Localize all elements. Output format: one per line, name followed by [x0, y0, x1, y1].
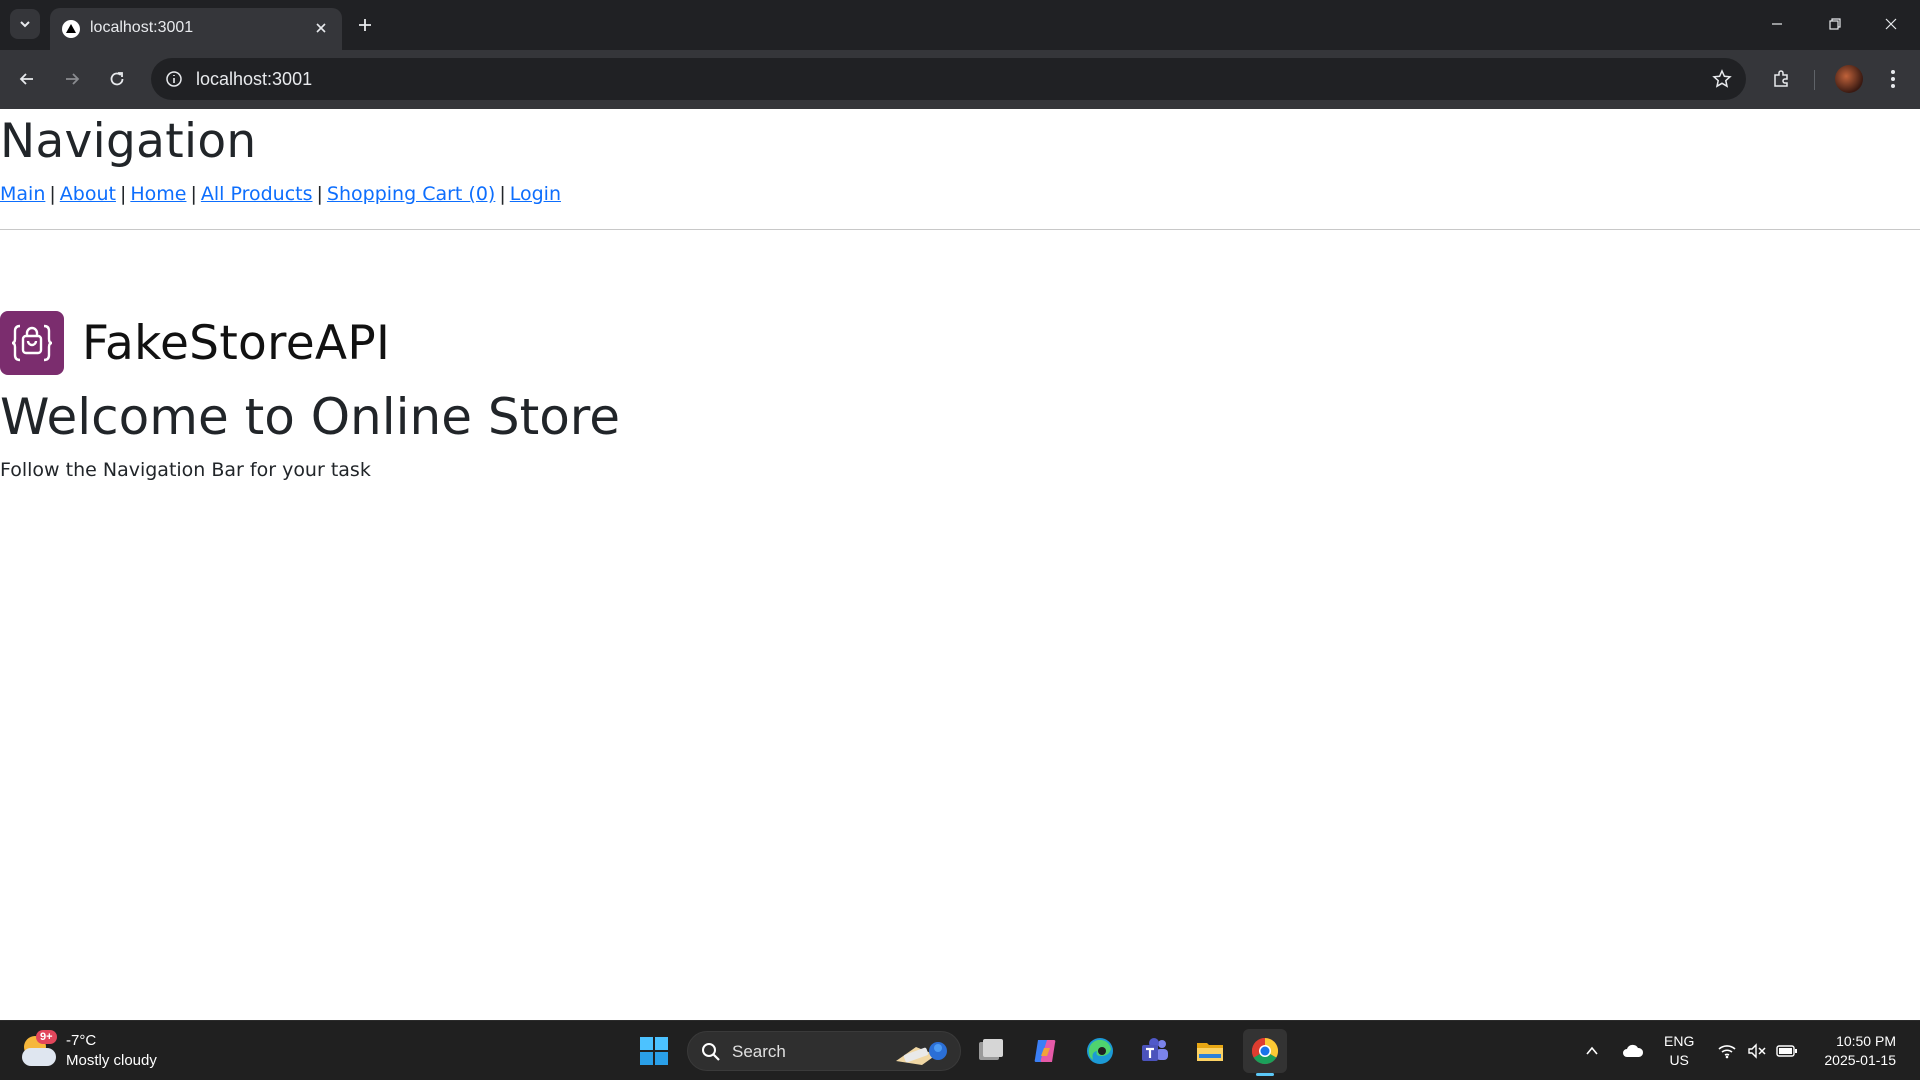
favicon-icon — [62, 20, 80, 38]
site-info-icon[interactable] — [163, 68, 185, 90]
nav-link-login[interactable]: Login — [510, 183, 561, 205]
clock-date: 2025-01-15 — [1824, 1052, 1896, 1068]
teams-button[interactable] — [1133, 1029, 1177, 1073]
task-view-button[interactable] — [969, 1029, 1013, 1073]
nav-separator: | — [499, 183, 506, 205]
onedrive-button[interactable] — [1619, 1035, 1647, 1067]
back-button[interactable] — [10, 62, 44, 96]
clock-time: 10:50 PM — [1836, 1033, 1896, 1049]
bookmark-star-icon[interactable] — [1710, 67, 1734, 91]
chevron-down-icon — [20, 21, 30, 28]
edge-button[interactable] — [1078, 1029, 1122, 1073]
chevron-up-icon — [1586, 1046, 1598, 1055]
nav-link-shopping-cart[interactable]: Shopping Cart (0) — [327, 183, 495, 205]
nav-separator: | — [119, 183, 127, 205]
file-explorer-button[interactable] — [1188, 1029, 1232, 1073]
reload-icon — [110, 72, 124, 86]
reload-button[interactable] — [100, 62, 134, 96]
nav-separator: | — [316, 183, 323, 205]
brand-header: FakeStoreAPI — [0, 311, 390, 375]
active-app-indicator — [1256, 1073, 1274, 1076]
nav-separator: | — [190, 183, 197, 205]
minimize-icon — [1772, 23, 1782, 25]
cloud-icon — [1623, 1044, 1644, 1057]
toolbar-divider — [1814, 70, 1815, 90]
weather-badge: 9+ — [36, 1030, 57, 1044]
plus-icon — [359, 19, 371, 31]
close-window-button[interactable] — [1862, 0, 1920, 48]
search-highlight-icon — [896, 1042, 947, 1065]
volume-button[interactable] — [1744, 1035, 1770, 1067]
nav-separator: | — [49, 183, 56, 205]
teams-icon — [1142, 1038, 1168, 1061]
shopping-bag-logo-icon — [0, 311, 64, 375]
new-tab-button[interactable] — [350, 10, 380, 40]
restore-button[interactable] — [1806, 0, 1864, 48]
nav-link-home[interactable]: Home — [130, 183, 186, 205]
battery-button[interactable] — [1774, 1035, 1800, 1067]
taskbar-search[interactable]: Search — [687, 1031, 961, 1071]
language-indicator[interactable]: ENG US — [1664, 1032, 1694, 1070]
arrow-right-icon — [66, 73, 80, 85]
forward-button[interactable] — [55, 62, 89, 96]
profile-avatar[interactable] — [1835, 65, 1863, 93]
browser-menu-button[interactable] — [1876, 62, 1910, 96]
welcome-title: Welcome to Online Store — [0, 388, 621, 446]
address-url: localhost:3001 — [196, 69, 313, 89]
weather-description: Mostly cloudy — [66, 1052, 157, 1069]
weather-temperature: -7°C — [66, 1032, 97, 1049]
browser-tab-strip: localhost:3001 — [0, 0, 1920, 50]
battery-charging-icon — [1776, 1045, 1797, 1057]
page-content: Navigation Main | About | Home | All Products |… — [0, 109, 1920, 1020]
brand-name: FakeStoreAPI — [82, 315, 391, 371]
wifi-button[interactable] — [1714, 1035, 1740, 1067]
kebab-menu-icon — [1891, 70, 1895, 88]
extensions-button[interactable] — [1764, 62, 1798, 96]
close-icon — [316, 23, 326, 33]
horizontal-rule — [0, 229, 1920, 230]
minimize-button[interactable] — [1748, 0, 1806, 48]
folder-icon — [1197, 1043, 1223, 1061]
start-button[interactable] — [632, 1029, 676, 1073]
welcome-subtext: Follow the Navigation Bar for your task — [0, 459, 371, 481]
nav-link-all-products[interactable]: All Products — [201, 183, 313, 205]
arrow-left-icon — [19, 73, 33, 85]
tab-close-button[interactable] — [310, 17, 332, 39]
copilot-button[interactable] — [1023, 1029, 1067, 1073]
show-hidden-icons-button[interactable] — [1580, 1035, 1604, 1067]
taskbar: 9+ -7°C Mostly cloudy Search ENG US 10:5… — [0, 1020, 1920, 1080]
language-code: ENG — [1664, 1033, 1695, 1049]
tab-search-button[interactable] — [10, 9, 40, 39]
system-clock[interactable]: 10:50 PM 2025-01-15 — [1812, 1032, 1896, 1070]
windows-start-icon — [640, 1037, 668, 1065]
nav-link-about[interactable]: About — [60, 183, 116, 205]
close-icon — [1885, 18, 1897, 30]
search-label: Search — [732, 1042, 786, 1061]
region-code: US — [1669, 1052, 1689, 1068]
restore-icon — [1829, 18, 1841, 30]
chrome-button[interactable] — [1243, 1029, 1287, 1073]
navigation-bar: Main | About | Home | All Products | Shopping Ca… — [0, 183, 561, 205]
browser-tab[interactable]: localhost:3001 — [50, 8, 342, 50]
tab-title: localhost:3001 — [90, 19, 194, 36]
browser-toolbar: localhost:3001 — [0, 50, 1920, 109]
nav-link-main[interactable]: Main — [0, 183, 45, 205]
chrome-icon — [1251, 1037, 1279, 1065]
address-bar[interactable]: localhost:3001 — [151, 58, 1746, 100]
wifi-icon — [1718, 1045, 1736, 1059]
copilot-icon — [1034, 1040, 1056, 1062]
puzzle-icon — [1774, 70, 1788, 87]
weather-widget[interactable]: 9+ -7°C Mostly cloudy — [20, 1027, 157, 1075]
search-icon — [700, 1041, 722, 1063]
cloudy-weather-icon: 9+ — [20, 1030, 58, 1068]
volume-muted-icon — [1748, 1043, 1766, 1059]
edge-icon — [1087, 1038, 1113, 1064]
navigation-heading: Navigation — [0, 114, 257, 169]
task-view-icon — [979, 1039, 1003, 1060]
